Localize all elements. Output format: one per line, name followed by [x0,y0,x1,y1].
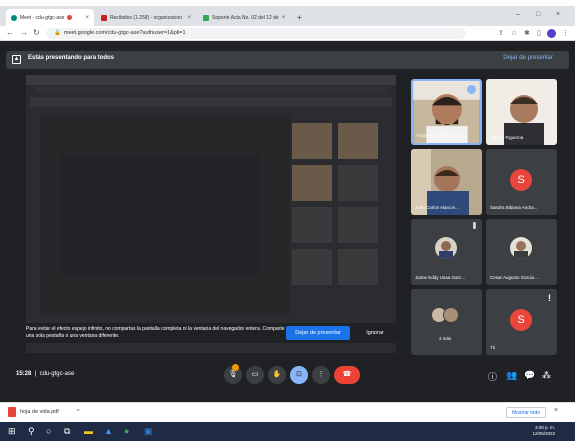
downloads-bar: hoja de vida.pdf ^ Mostrar todo × [0,402,575,422]
meet-favicon-icon [11,14,17,21]
meeting-info: 15:28 | cdu-gtgc-ase [16,371,75,377]
participant-tile[interactable]: ⫼ Jaime Eddy Usaa Garz... [411,219,482,285]
menu-icon[interactable]: ⋮ [562,29,569,37]
hangup-icon: ☎ [342,371,352,378]
people-icon[interactable]: 👥 [506,370,517,381]
download-item[interactable]: hoja de vida.pdf ^ [8,407,79,417]
tab-drive[interactable]: Soporte Acta No. 02 del 12 de × [198,9,290,26]
stop-presenting-link[interactable]: Dejar de presentar [503,55,553,61]
activities-icon[interactable]: ⁂ [542,370,551,381]
chrome-icon[interactable]: ● [124,426,129,436]
mirror-tile [338,207,378,243]
camera-button[interactable]: ▭ [246,366,264,384]
present-button[interactable]: ⊡ [290,366,308,384]
mirror-tile [338,123,378,159]
mirror-tabstrip [26,75,396,85]
participant-tile[interactable]: Juan Carlos Alarcon... [411,149,482,215]
lock-icon: 🔒 [54,30,61,36]
close-window-icon[interactable]: × [556,11,560,18]
mic-off-icon: ⫼ [472,223,476,230]
word-icon[interactable]: ▣ [144,426,153,437]
extensions-icon[interactable]: ✱ [524,29,530,37]
participant-avatar: S [510,169,532,191]
mirror-main [40,115,290,315]
participant-tile[interactable]: S Sandra Bibiana Andra... [486,149,557,215]
forward-icon[interactable]: → [20,28,28,37]
microphone-icon: 🎙 [228,371,238,378]
bookmark-star-icon[interactable]: ☆ [511,29,517,37]
info-icon[interactable]: ⓘ [488,370,497,383]
participant-tile[interactable]: Cesar Augusto Garcia ... [486,219,557,285]
close-tab-icon[interactable]: × [187,15,191,21]
close-tab-icon[interactable]: × [85,15,89,21]
speaking-indicator-icon [467,85,476,94]
address-bar[interactable]: 🔒 meet.google.com/cdu-gtgc-ase?authuser=1… [46,28,466,39]
mirror-tile [292,249,332,285]
ignore-button[interactable]: Ignorar [358,326,392,340]
more-participants-tile[interactable]: 2 más [411,289,482,355]
meet-area: ▲ Estás presentando para todos Dejar de … [0,41,575,402]
share-icon[interactable]: ⇪ [498,29,504,37]
raise-hand-button[interactable]: ✋ [268,366,286,384]
participant-photo [510,237,532,259]
drive-icon [203,14,209,21]
recording-icon [67,15,73,20]
mirror-tile [292,165,332,201]
more-vertical-icon: ⋮ [317,371,325,378]
participant-tile[interactable]: Alberto Figueroa [486,79,557,145]
camera-icon: ▭ [251,371,259,378]
leave-call-button[interactable]: ☎ [334,366,360,384]
maximize-icon[interactable]: □ [536,11,540,18]
present-icon: ▲ [12,55,21,64]
reload-icon[interactable]: ↻ [33,28,40,37]
mirror-tile [292,207,332,243]
microphone-button[interactable]: 🎙 [224,364,242,384]
chevron-up-icon[interactable]: ^ [77,409,80,415]
alert-icon: ! [548,293,551,303]
self-avatar: S [510,309,532,331]
gmail-icon [101,14,107,21]
close-downloads-icon[interactable]: × [554,407,558,414]
mirror-inner [60,155,260,275]
screen: Meet - cdu-gtgc-ase × Recibidos (1.258) … [0,0,575,441]
file-explorer-icon[interactable]: ▬ [84,426,93,436]
present-screen-icon: ⊡ [296,371,302,378]
windows-start-icon[interactable]: ⊞ [8,426,16,437]
minimize-icon[interactable]: – [516,11,520,18]
participant-photo [435,237,457,259]
self-tile[interactable]: ! S Tú [486,289,557,355]
mirror-address [36,87,386,93]
more-options-button[interactable]: ⋮ [312,366,330,384]
mirror-tile [292,123,332,159]
task-view-icon[interactable]: ⧉ [64,426,70,437]
pdf-icon [8,407,16,417]
mirror-tile [338,165,378,201]
new-tab-button[interactable]: + [292,9,304,26]
warning-dot [232,364,239,371]
show-all-button[interactable]: Mostrar todo [506,407,546,418]
mirror-tile [338,249,378,285]
cortana-icon[interactable]: ○ [46,426,51,436]
profile-avatar[interactable] [547,29,556,38]
sidepanel-icon[interactable]: ▯ [537,29,541,37]
back-icon[interactable]: ← [6,28,14,37]
system-clock: 3:28 p. m. 12/05/2022 [532,425,555,436]
tab-meet[interactable]: Meet - cdu-gtgc-ase × [6,9,94,26]
participant-avatar [443,307,459,323]
address-row: ← → ↻ 🔒 meet.google.com/cdu-gtgc-ase?auth… [0,26,575,41]
close-tab-icon[interactable]: × [282,15,286,21]
hand-icon: ✋ [272,371,282,378]
mirror-presenting-bar [30,97,392,107]
presentation-preview [26,75,396,353]
participant-tile[interactable]: Fray Paulo Zuluga Ver... [411,79,482,145]
search-icon[interactable]: ⚲ [28,426,35,437]
chat-icon[interactable]: 💬 [524,370,535,381]
mirror-warning: Para evitar el efecto espejo infinito, n… [24,323,396,343]
store-icon[interactable]: ▲ [104,426,113,436]
taskbar: ⊞ ⚲ ○ ⧉ ▬ ▲ ● ▣ 3:28 p. m. 12/05/2022 [0,422,575,441]
tab-strip: Meet - cdu-gtgc-ase × Recibidos (1.258) … [0,0,575,26]
stop-presenting-button[interactable]: Dejar de presentar [286,326,350,340]
presenting-bar: ▲ Estás presentando para todos Dejar de … [6,51,569,69]
tab-gmail[interactable]: Recibidos (1.258) - organizacion × [96,9,196,26]
